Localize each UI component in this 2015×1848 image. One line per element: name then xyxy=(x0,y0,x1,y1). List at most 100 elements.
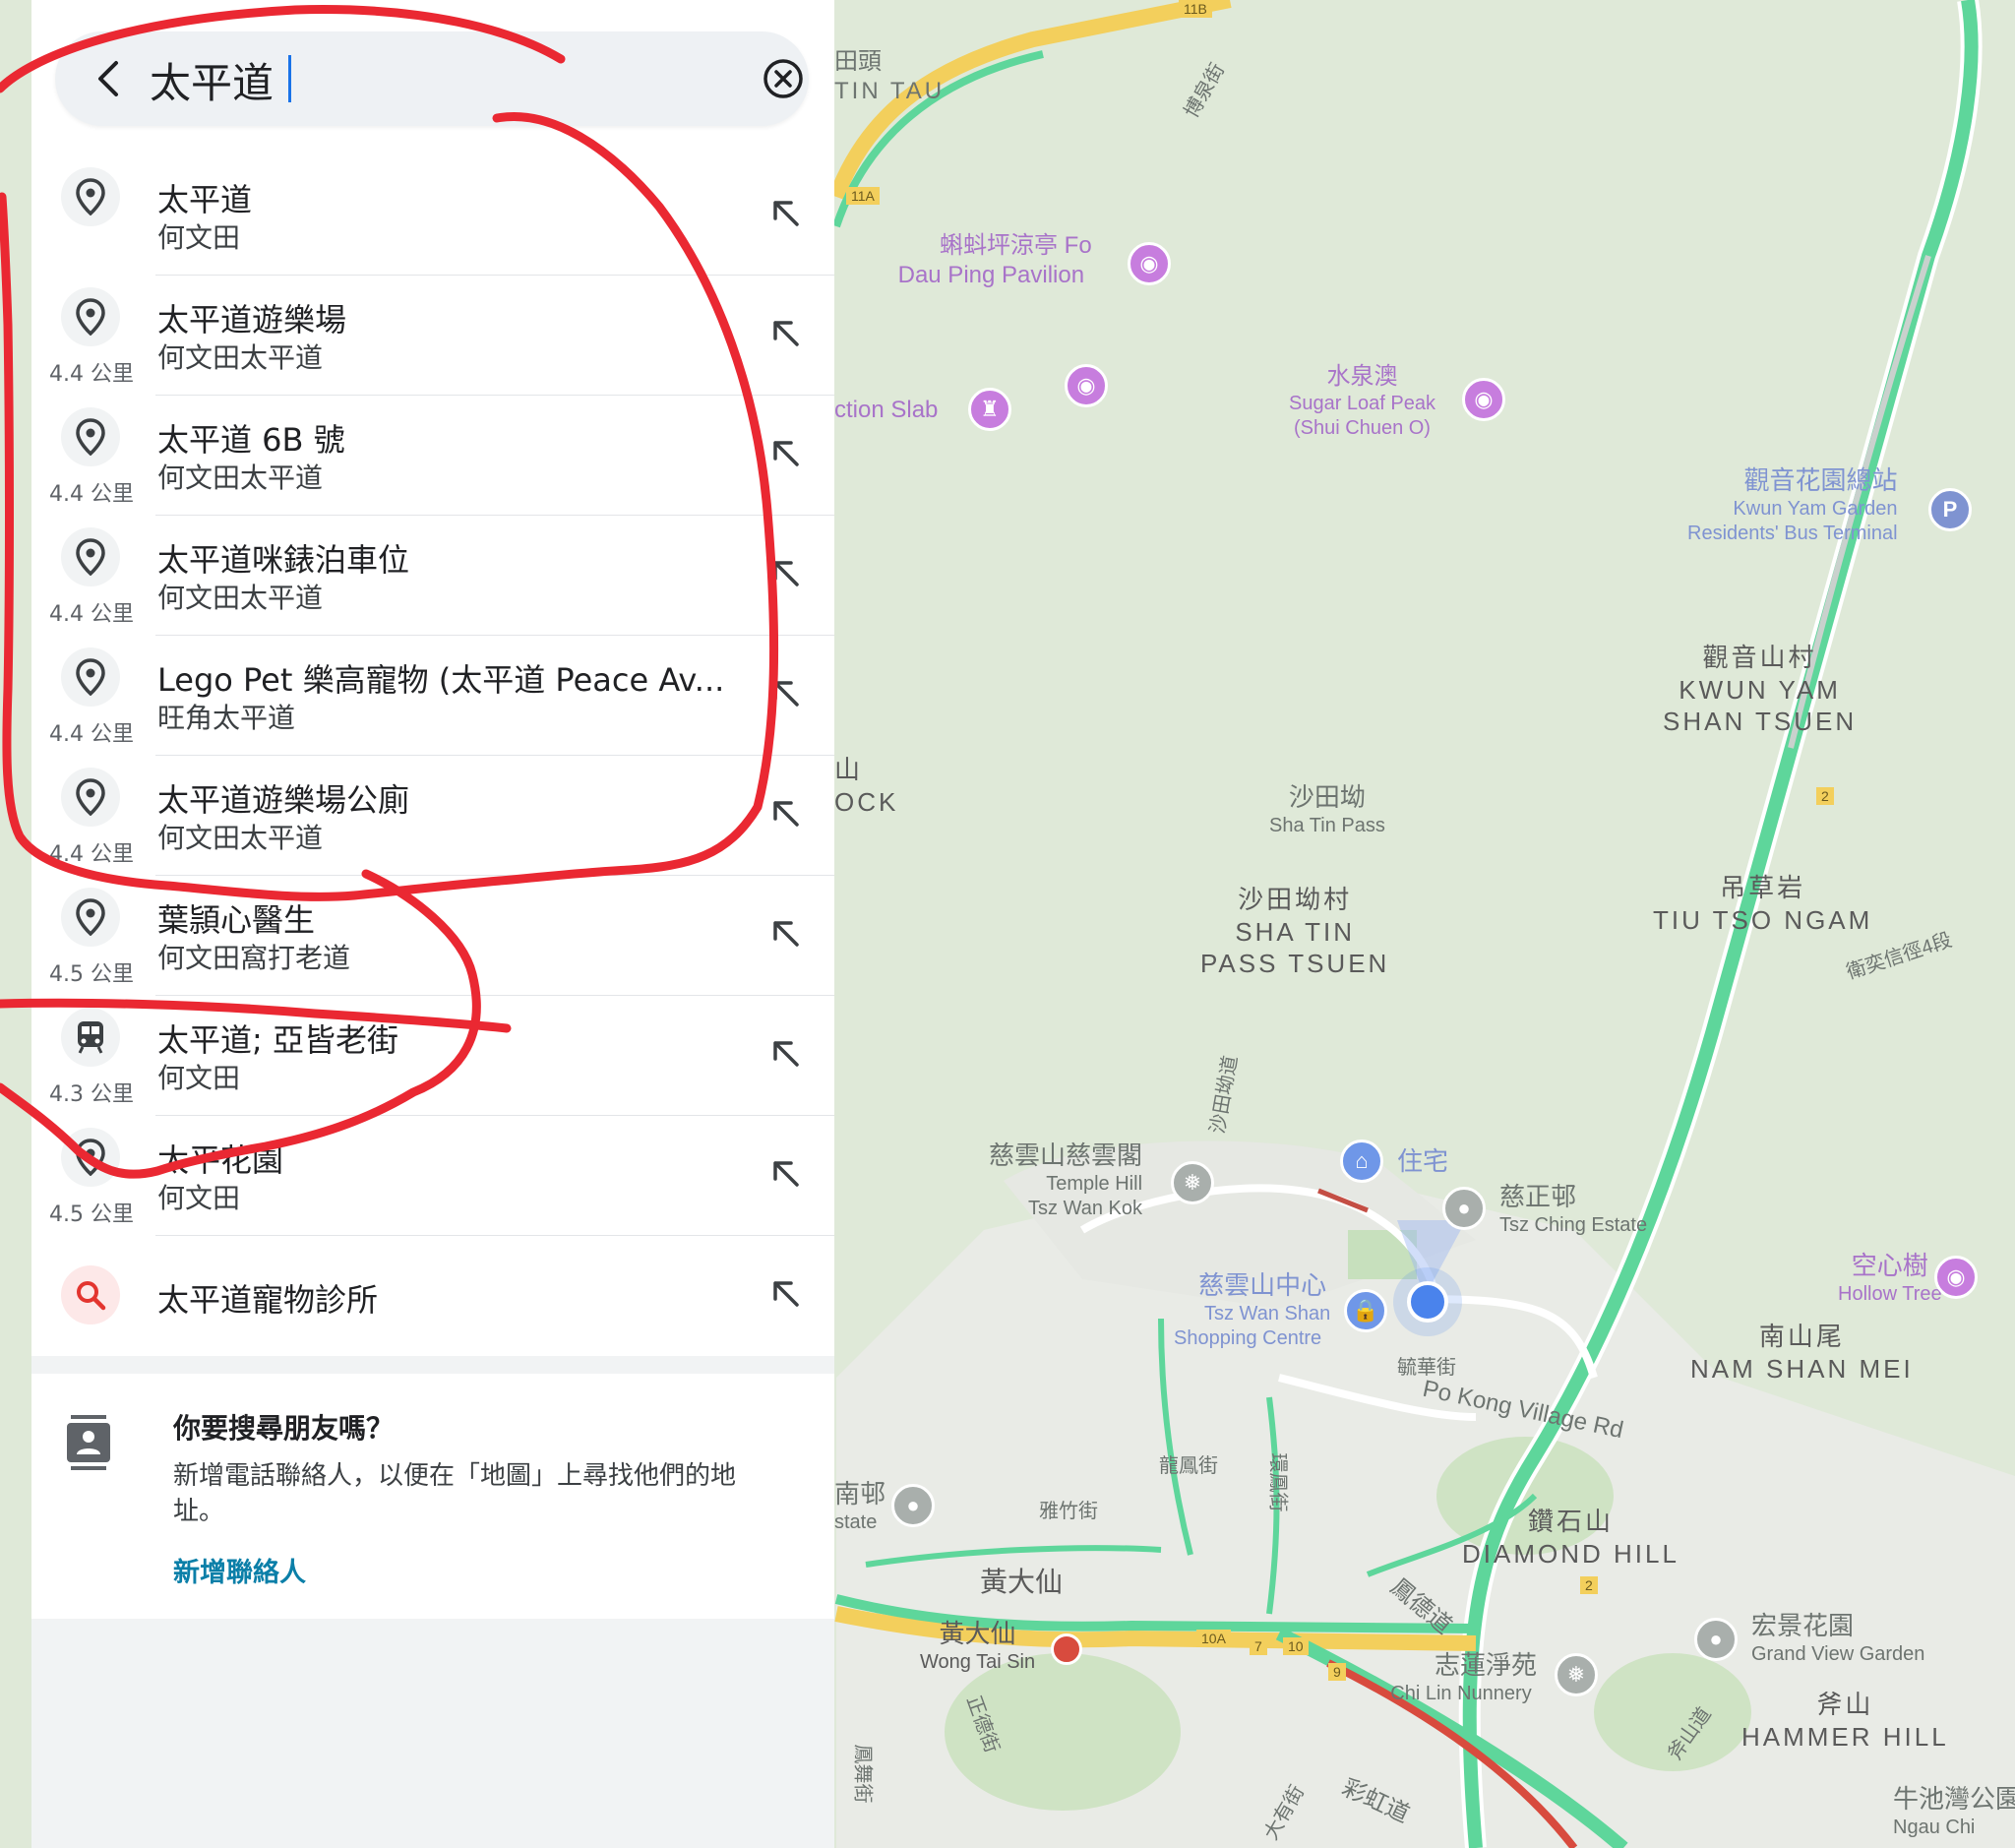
location-pin-icon xyxy=(61,407,120,466)
map-label-residence: 住宅 xyxy=(1397,1146,1449,1176)
result-distance: 4.4 公里 xyxy=(49,602,134,627)
result-title: 太平道寵物診所 xyxy=(157,1281,379,1319)
fill-query-arrow-icon[interactable] xyxy=(763,671,807,714)
parking-icon[interactable]: P xyxy=(1928,488,1972,531)
search-input[interactable] xyxy=(148,49,702,110)
estate-poi-icon[interactable]: ● xyxy=(1694,1618,1738,1661)
location-pin-icon xyxy=(61,287,120,346)
contact-card-icon xyxy=(67,1415,110,1470)
landmark-poi-icon[interactable]: ♜ xyxy=(968,388,1011,431)
map-label-wong-tai-sin-station: 黃大仙 Wong Tai Sin xyxy=(920,1619,1036,1673)
map-label-ngau-chi-wan-park: 牛池灣公園 Ngau Chi xyxy=(1893,1784,2015,1838)
map-label-fo-dau-pavilion: 蝌蚪坪涼亭 Fo Dau Ping Pavilion xyxy=(897,232,1092,288)
result-distance: 4.4 公里 xyxy=(49,842,134,867)
result-subtitle: 何文田太平道 xyxy=(157,341,324,374)
result-subtitle: 何文田 xyxy=(157,221,241,254)
section-divider xyxy=(31,1356,834,1374)
map-label-estate: 南邨 state xyxy=(834,1479,886,1533)
result-subtitle: 何文田太平道 xyxy=(157,462,324,494)
route-shield: 2 xyxy=(1580,1576,1598,1594)
map-label-wong-tai-sin-area: 黃大仙 xyxy=(980,1567,1064,1597)
map-label-tsz-ching-estate: 慈正邨 Tsz Ching Estate xyxy=(1499,1182,1648,1236)
camera-poi-icon[interactable]: ◉ xyxy=(1462,378,1505,421)
map-label-fung-mo-st: 鳳舞街 xyxy=(851,1744,874,1804)
result-distance: 4.4 公里 xyxy=(49,482,134,507)
result-title: Lego Pet 樂高寵物 (太平道 Peace Av... xyxy=(157,661,725,699)
map-label-tin-tau: 田頭 TIN TAU xyxy=(834,48,946,104)
fill-query-arrow-icon[interactable] xyxy=(763,1151,807,1195)
location-pin-icon xyxy=(61,1128,120,1187)
location-pin-icon xyxy=(61,167,120,226)
fill-query-arrow-icon[interactable] xyxy=(763,791,807,834)
map-label-kwun-yam-bus-terminal: 觀音花園總站 Kwun Yam Garden Residents' Bus Te… xyxy=(1687,465,1898,544)
map-label-nam-shan-mei: 南山尾 NAM SHAN MEI xyxy=(1690,1322,1914,1384)
result-title: 太平道咪錶泊車位 xyxy=(157,541,410,579)
map-label-hollow-tree: 空心樹 Hollow Tree xyxy=(1838,1251,1942,1305)
text-cursor xyxy=(288,55,291,102)
estate-poi-icon[interactable]: ● xyxy=(1442,1187,1486,1230)
search-icon xyxy=(61,1265,120,1324)
fill-query-arrow-icon[interactable] xyxy=(763,1271,807,1315)
search-result-item[interactable]: 4.4 公里 太平道 6B 號何文田太平道 xyxy=(31,396,834,516)
result-distance: 4.4 公里 xyxy=(49,722,134,747)
map-label-rock: 山 OCK xyxy=(834,755,899,817)
result-title: 太平花園 xyxy=(157,1141,284,1179)
search-result-item[interactable]: 4.4 公里 太平道遊樂場公廁 何文田太平道 xyxy=(31,756,834,876)
bus-icon xyxy=(61,1008,120,1067)
temple-poi-icon[interactable]: ❅ xyxy=(1171,1161,1214,1204)
camera-poi-icon[interactable]: ◉ xyxy=(1934,1256,1978,1299)
map-label-chi-lin-nunnery: 志蓮淨苑 Chi Lin Nunnery xyxy=(1390,1650,1538,1704)
search-result-item[interactable]: 4.4 公里 太平道咪錶泊車位 何文田太平道 xyxy=(31,516,834,636)
current-location-dot[interactable] xyxy=(1407,1281,1448,1323)
result-subtitle: 何文田 xyxy=(157,1182,241,1214)
map-label-sha-tin-pass: 沙田坳 Sha Tin Pass xyxy=(1269,782,1385,836)
route-shield: 11A xyxy=(846,187,880,205)
search-result-item[interactable]: 太平道寵物診所 xyxy=(31,1236,834,1356)
shopping-poi-icon[interactable]: 🔒 xyxy=(1344,1289,1387,1332)
location-pin-icon xyxy=(61,647,120,707)
result-distance: 4.5 公里 xyxy=(49,962,134,987)
location-pin-icon xyxy=(61,888,120,947)
map-label-hammer-hill: 斧山 HAMMER HILL xyxy=(1741,1690,1949,1752)
search-result-item[interactable]: 4.5 公里 太平花園 何文田 xyxy=(31,1116,834,1236)
result-title: 太平道; 亞皆老街 xyxy=(157,1021,398,1059)
result-subtitle: 何文田 xyxy=(157,1062,241,1094)
map-label-shui-chuen-o: 水泉澳 Sugar Loaf Peak (Shui Chuen O) xyxy=(1289,363,1435,439)
map-label-diamond-hill: 鑽石山 DIAMOND HILL xyxy=(1462,1507,1679,1569)
mtr-station-icon[interactable] xyxy=(1051,1633,1082,1665)
search-bar[interactable] xyxy=(55,31,809,126)
fill-query-arrow-icon[interactable] xyxy=(763,191,807,234)
temple-poi-icon[interactable]: ❅ xyxy=(1555,1653,1598,1696)
result-title: 太平道遊樂場 xyxy=(157,301,347,339)
friends-card-body: 新增電話聯絡人，以便在「地圖」上尋找他們的地址。 xyxy=(173,1461,737,1526)
clear-search-icon[interactable] xyxy=(760,55,807,102)
home-icon[interactable]: ⌂ xyxy=(1340,1140,1383,1183)
fill-query-arrow-icon[interactable] xyxy=(763,551,807,594)
fill-query-arrow-icon[interactable] xyxy=(763,1031,807,1075)
result-distance: 4.3 公里 xyxy=(49,1082,134,1107)
add-contact-link[interactable]: 新增聯絡人 xyxy=(173,1551,306,1589)
estate-poi-icon[interactable]: ● xyxy=(891,1484,935,1527)
map-label-lung-fung-st: 龍鳳街 xyxy=(1159,1455,1218,1477)
search-result-item[interactable]: 4.4 公里 太平道遊樂場 何文田太平道 xyxy=(31,276,834,396)
result-title: 太平道遊樂場公廁 xyxy=(157,781,410,819)
fill-query-arrow-icon[interactable] xyxy=(763,431,807,474)
fill-query-arrow-icon[interactable] xyxy=(763,911,807,955)
camera-poi-icon[interactable]: ◉ xyxy=(1128,242,1171,285)
result-title: 太平道 6B 號 xyxy=(157,421,345,459)
camera-poi-icon[interactable]: ◉ xyxy=(1065,364,1108,407)
search-result-item[interactable]: 太平道 何文田 xyxy=(31,155,834,276)
location-pin-icon xyxy=(61,527,120,586)
route-shield: 10 xyxy=(1283,1637,1309,1655)
result-distance: 4.4 公里 xyxy=(49,362,134,387)
search-result-item[interactable]: 4.3 公里 太平道; 亞皆老街 何文田 xyxy=(31,996,834,1116)
fill-query-arrow-icon[interactable] xyxy=(763,311,807,354)
map-label-nga-chuk-st: 雅竹街 xyxy=(1039,1501,1098,1522)
back-icon[interactable] xyxy=(85,53,136,104)
result-title: 太平道 xyxy=(157,181,253,218)
result-distance: 4.5 公里 xyxy=(49,1202,134,1227)
result-subtitle: 何文田太平道 xyxy=(157,822,324,854)
map-label-kwun-yam-shan-tsuen: 觀音山村 KWUN YAM SHAN TSUEN xyxy=(1663,643,1858,736)
search-result-item[interactable]: 4.4 公里 Lego Pet 樂高寵物 (太平道 Peace Av... 旺角太平… xyxy=(31,636,834,756)
search-result-item[interactable]: 4.5 公里 葉頴心醫生 何文田窩打老道 xyxy=(31,876,834,996)
